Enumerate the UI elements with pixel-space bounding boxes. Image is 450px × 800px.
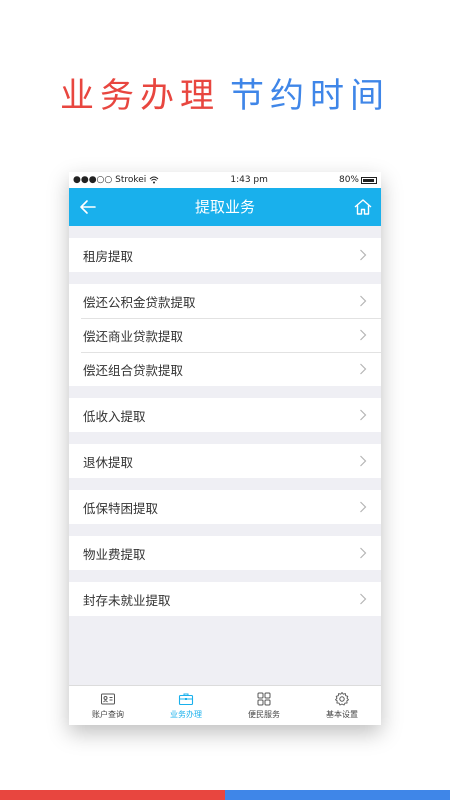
- tab-account-query[interactable]: 账户查询: [69, 686, 147, 725]
- list-group: 低保特困提取: [69, 490, 381, 524]
- list-item[interactable]: 物业费提取: [69, 536, 381, 570]
- nav-bar: 提取业务: [69, 188, 381, 226]
- wifi-icon: [149, 176, 159, 184]
- list-item[interactable]: 偿还公积金贷款提取: [69, 284, 381, 318]
- tab-label: 业务办理: [170, 710, 202, 719]
- battery-percent: 80%: [338, 175, 359, 185]
- list-group: 租房提取: [69, 238, 381, 272]
- chevron-right-icon: [360, 501, 367, 513]
- status-time: 1:43 pm: [230, 175, 268, 185]
- list-item-label: 偿还商业贷款提取: [83, 328, 184, 344]
- id-card-icon: [101, 693, 115, 705]
- list-item-label: 低收入提取: [83, 408, 146, 424]
- list-item[interactable]: 偿还商业贷款提取: [69, 318, 381, 352]
- chevron-right-icon: [360, 249, 367, 261]
- tab-label: 基本设置: [326, 710, 358, 719]
- phone-screen: ●●●○○ Strokei 1:43 pm 80% 提取业务 租房提取偿还公积金…: [69, 172, 381, 725]
- list-group: 退休提取: [69, 444, 381, 478]
- tab-business[interactable]: 业务办理: [147, 686, 225, 725]
- grid-icon: [257, 692, 271, 706]
- list-item[interactable]: 偿还组合贷款提取: [69, 352, 381, 386]
- tab-label: 账户查询: [92, 710, 124, 719]
- home-icon[interactable]: [353, 197, 373, 217]
- headline: 业务办理 节约时间: [0, 68, 450, 117]
- tab-label: 便民服务: [248, 710, 280, 719]
- bottom-color-bar: [0, 790, 450, 800]
- chevron-right-icon: [360, 593, 367, 605]
- chevron-right-icon: [360, 547, 367, 559]
- battery-icon: [360, 176, 377, 184]
- chevron-right-icon: [360, 329, 367, 341]
- chevron-right-icon: [360, 455, 367, 467]
- list-item-label: 租房提取: [83, 248, 134, 264]
- tab-settings[interactable]: 基本设置: [303, 686, 381, 725]
- headline-red: 业务办理: [60, 76, 220, 116]
- list-group: 偿还公积金贷款提取 偿还商业贷款提取 偿还组合贷款提取: [69, 284, 381, 386]
- list-item-label: 物业费提取: [83, 546, 146, 562]
- list-item-label: 偿还组合贷款提取: [83, 362, 184, 378]
- list-group: 物业费提取: [69, 536, 381, 570]
- page-title: 提取业务: [194, 198, 255, 216]
- list-item-label: 封存未就业提取: [83, 592, 171, 608]
- list-item[interactable]: 低收入提取: [69, 398, 381, 432]
- briefcase-icon: [178, 693, 194, 706]
- chevron-right-icon: [360, 363, 367, 375]
- list-item[interactable]: 低保特困提取: [69, 490, 381, 524]
- list-item[interactable]: 封存未就业提取: [69, 582, 381, 616]
- list-item[interactable]: 租房提取: [69, 238, 381, 272]
- bottom-bar-blue: [225, 790, 450, 800]
- bottom-bar-red: [0, 790, 225, 800]
- gear-icon: [335, 692, 349, 706]
- carrier-label: ●●●○○ Strokei: [73, 175, 147, 185]
- withdrawal-list: 租房提取 偿还公积金贷款提取 偿还商业贷款提取 偿还组合贷款提取 低收入提取 退休提取 低保…: [69, 226, 381, 616]
- list-item-label: 退休提取: [83, 454, 134, 470]
- list-item-label: 低保特困提取: [83, 500, 159, 516]
- list-item[interactable]: 退休提取: [69, 444, 381, 478]
- promo-page: 业务办理 节约时间 ●●●○○ Strokei 1:43 pm 80% 提取业务 …: [0, 0, 450, 800]
- chevron-right-icon: [360, 409, 367, 421]
- tab-bar: 账户查询 业务办理 便民服务 基本设置: [69, 685, 381, 725]
- list-group: 封存未就业提取: [69, 582, 381, 616]
- list-group: 低收入提取: [69, 398, 381, 432]
- status-bar: ●●●○○ Strokei 1:43 pm 80%: [69, 172, 381, 188]
- chevron-right-icon: [360, 295, 367, 307]
- tab-services[interactable]: 便民服务: [225, 686, 303, 725]
- list-item-label: 偿还公积金贷款提取: [83, 294, 196, 310]
- headline-blue: 节约时间: [230, 76, 390, 116]
